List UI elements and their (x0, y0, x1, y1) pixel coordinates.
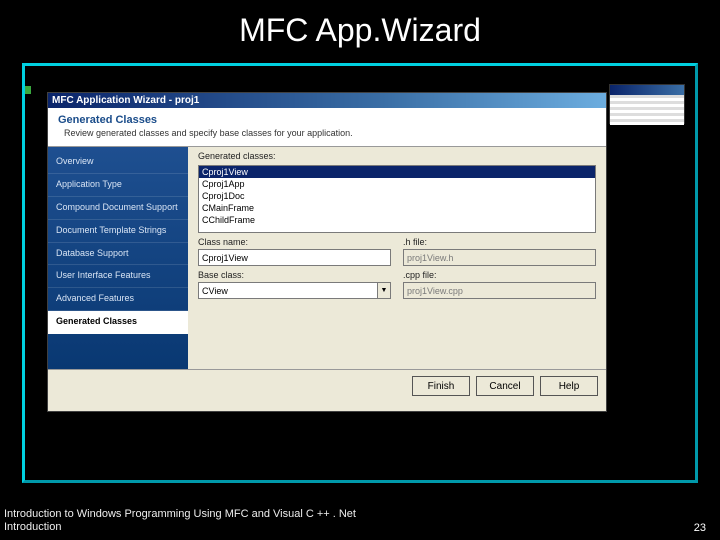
wizard-title-text: MFC Application Wizard - proj1 (52, 95, 199, 106)
list-item[interactable]: CMainFrame (199, 202, 595, 214)
nav-compound-doc[interactable]: Compound Document Support (48, 197, 188, 220)
generated-classes-listbox[interactable]: Cproj1View Cproj1App Cproj1Doc CMainFram… (198, 165, 596, 233)
wizard-titlebar: MFC Application Wizard - proj1 (48, 93, 606, 108)
nav-overview[interactable]: Overview (48, 151, 188, 174)
wizard-dialog: MFC Application Wizard - proj1 Generated… (47, 92, 607, 412)
wizard-main: Generated classes: Cproj1View Cproj1App … (188, 147, 606, 369)
help-button[interactable]: Help (540, 376, 598, 396)
wizard-nav: Overview Application Type Compound Docum… (48, 147, 188, 369)
preview-body (610, 95, 684, 125)
nav-generated-classes[interactable]: Generated Classes (48, 311, 188, 334)
slide-title: MFC App.Wizard (0, 0, 720, 55)
classname-input[interactable]: Cproj1View (198, 249, 391, 266)
list-item[interactable]: Cproj1Doc (199, 190, 595, 202)
slide-footer: Introduction to Windows Programming Usin… (4, 508, 716, 534)
baseclass-combobox[interactable]: CView ▼ (198, 282, 391, 299)
list-item[interactable]: Cproj1App (199, 178, 595, 190)
preview-titlebar (610, 85, 684, 95)
chevron-down-icon[interactable]: ▼ (377, 282, 391, 299)
nav-doc-template[interactable]: Document Template Strings (48, 220, 188, 243)
footer-text-line2: Introduction (4, 521, 356, 534)
wizard-header: Generated Classes Review generated class… (48, 108, 606, 147)
wizard-header-subtitle: Review generated classes and specify bas… (58, 126, 596, 138)
slide-body: MFC Application Wizard - proj1 Generated… (22, 63, 698, 483)
wizard-footer: Finish Cancel Help (48, 369, 606, 402)
nav-app-type[interactable]: Application Type (48, 174, 188, 197)
finish-button[interactable]: Finish (412, 376, 470, 396)
cppfile-input: proj1View.cpp (403, 282, 596, 299)
list-item[interactable]: CChildFrame (199, 214, 595, 226)
preview-window (609, 84, 685, 124)
baseclass-value[interactable]: CView (198, 282, 377, 299)
label-classname: Class name: (198, 237, 391, 247)
label-generated-classes: Generated classes: (198, 151, 596, 161)
nav-database[interactable]: Database Support (48, 243, 188, 266)
label-hfile: .h file: (403, 237, 596, 247)
bullet-accent (25, 86, 31, 94)
footer-text-line1: Introduction to Windows Programming Usin… (4, 508, 356, 521)
label-baseclass: Base class: (198, 270, 391, 280)
nav-advanced[interactable]: Advanced Features (48, 288, 188, 311)
nav-ui-features[interactable]: User Interface Features (48, 265, 188, 288)
list-item[interactable]: Cproj1View (199, 166, 595, 178)
hfile-input: proj1View.h (403, 249, 596, 266)
wizard-header-title: Generated Classes (58, 114, 596, 126)
page-number: 23 (694, 522, 716, 534)
label-cppfile: .cpp file: (403, 270, 596, 280)
cancel-button[interactable]: Cancel (476, 376, 534, 396)
